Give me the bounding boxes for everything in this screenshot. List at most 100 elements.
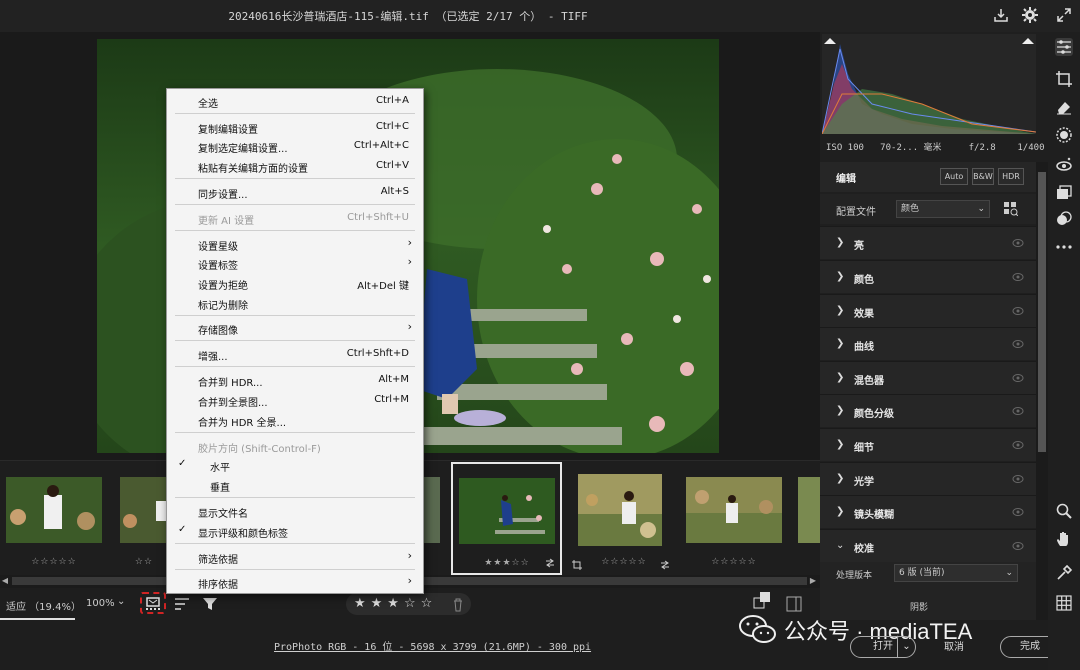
chevron-right-icon: ❯ — [836, 271, 845, 282]
section-effects[interactable]: ❯ 效果 — [820, 294, 1036, 327]
menu-item-save-image[interactable]: 存储图像 › — [167, 318, 423, 338]
scroll-right-icon[interactable]: ▶ — [808, 575, 818, 587]
filmstrip-options-button[interactable] — [140, 592, 166, 614]
hdr-button[interactable]: HDR — [998, 168, 1024, 185]
section-calibration[interactable]: ⌄ 校准 — [820, 529, 1036, 562]
menu-separator — [175, 432, 415, 433]
zoom-fit-button[interactable]: 适应 （19.4%） — [6, 598, 81, 613]
save-icon[interactable] — [992, 6, 1010, 24]
menu-item-show-rating-labels[interactable]: ✓ 显示评级和颜色标签 — [167, 521, 423, 541]
menu-separator — [175, 204, 415, 205]
section-lens-blur[interactable]: ❯ 镜头模糊 — [820, 495, 1036, 528]
eye-icon[interactable] — [1012, 307, 1024, 315]
filmstrip-context-menu: 全选 Ctrl+A 复制编辑设置 Ctrl+C 复制选定编辑设置... Ctrl+Al… — [166, 88, 424, 594]
menu-item-enhance[interactable]: 增强... Ctrl+Shft+D — [167, 344, 423, 364]
presets-icon[interactable] — [1055, 184, 1073, 202]
color-sampler-icon[interactable] — [1055, 564, 1073, 582]
menu-item-set-rating[interactable]: 设置星级 › — [167, 234, 423, 254]
thumb-rating[interactable]: ☆☆☆☆☆ — [0, 557, 108, 567]
eye-icon[interactable] — [1012, 542, 1024, 550]
eye-icon[interactable] — [1012, 340, 1024, 348]
section-mixer[interactable]: ❯ 混色器 — [820, 361, 1036, 394]
profile-label: 配置文件 — [836, 207, 876, 218]
profile-select[interactable]: 颜色 ⌄ — [896, 200, 990, 218]
filter-icon[interactable] — [202, 596, 220, 612]
eye-icon[interactable] — [1012, 273, 1024, 281]
eye-icon[interactable] — [1012, 374, 1024, 382]
menu-item-paste-settings[interactable]: 粘贴有关编辑方面的设置 Ctrl+V — [167, 156, 423, 176]
panel-scroll-thumb[interactable] — [1038, 172, 1046, 452]
cancel-button[interactable]: 取消 — [944, 638, 964, 653]
eye-icon[interactable] — [1012, 239, 1024, 247]
sort-icon[interactable] — [174, 596, 192, 612]
thumb-image — [6, 477, 102, 543]
zoom-100-button[interactable]: 100% — [86, 598, 115, 609]
expand-icon[interactable] — [1055, 6, 1073, 24]
menu-item-horizontal[interactable]: ✓ 水平 — [167, 455, 423, 475]
grid-icon[interactable] — [1055, 594, 1073, 612]
open-button[interactable]: 打开 ⌄ — [850, 636, 916, 658]
section-color[interactable]: ❯ 颜色 — [820, 260, 1036, 293]
menu-item-merge-hdr[interactable]: 合并到 HDR... Alt+M — [167, 370, 423, 390]
thumb-rating[interactable]: ☆☆ — [114, 557, 174, 567]
hand-icon[interactable] — [1055, 530, 1073, 548]
menu-item-merge-hdr-panorama[interactable]: 合并为 HDR 全景... — [167, 410, 423, 430]
thumb-image — [686, 477, 782, 543]
eye-icon[interactable] — [1012, 508, 1024, 516]
panel-toggle-icon[interactable] — [786, 596, 802, 612]
menu-item-show-filename[interactable]: 显示文件名 — [167, 501, 423, 521]
snapshots-icon[interactable] — [1055, 210, 1073, 228]
edit-sliders-icon[interactable] — [1055, 38, 1073, 56]
menu-item-copy-selected-settings[interactable]: 复制选定编辑设置... Ctrl+Alt+C — [167, 136, 423, 156]
eye-icon[interactable] — [1012, 407, 1024, 415]
thumb-rating[interactable]: ☆☆☆☆☆ — [680, 557, 788, 567]
menu-item-shortcut: Ctrl+Shft+U — [347, 212, 409, 223]
chevron-right-icon: ❯ — [836, 305, 845, 316]
section-light[interactable]: ❯ 亮 — [820, 226, 1036, 259]
eraser-icon[interactable] — [1055, 98, 1073, 116]
menu-item-mark-delete[interactable]: 标记为删除 — [167, 293, 423, 313]
filmstrip-thumb-selected[interactable]: ★★★☆☆ — [451, 462, 562, 575]
trash-icon[interactable] — [452, 598, 464, 612]
red-eye-icon[interactable] — [1055, 156, 1073, 174]
eye-icon[interactable] — [1012, 475, 1024, 483]
menu-item-sort-by[interactable]: 排序依据 › — [167, 572, 423, 592]
menu-item-select-all[interactable]: 全选 Ctrl+A — [167, 91, 423, 111]
chevron-right-icon: › — [407, 255, 412, 268]
menu-item-set-reject[interactable]: 设置为拒绝 Alt+Del 键 — [167, 273, 423, 293]
menu-item-sync-settings[interactable]: 同步设置... Alt+S — [167, 182, 423, 202]
rating-value[interactable]: ★★★☆☆ — [354, 596, 437, 611]
profile-browser-icon[interactable] — [1004, 202, 1018, 216]
panel-scrollbar[interactable] — [1036, 162, 1048, 620]
bw-button[interactable]: B&W — [972, 168, 994, 185]
zoom-icon[interactable] — [1055, 502, 1073, 520]
section-curve[interactable]: ❯ 曲线 — [820, 327, 1036, 360]
auto-button[interactable]: Auto — [940, 168, 968, 185]
filmstrip-thumb[interactable] — [794, 463, 820, 573]
menu-item-copy-settings[interactable]: 复制编辑设置 Ctrl+C — [167, 117, 423, 137]
gear-icon[interactable] — [1021, 6, 1039, 24]
filmstrip-thumb[interactable]: ☆☆☆☆☆ — [570, 463, 678, 573]
masking-icon[interactable] — [1055, 126, 1073, 144]
menu-item-shortcut: Alt+Del 键 — [357, 281, 409, 292]
workflow-options-link[interactable]: ProPhoto RGB - 16 位 - 5698 x 3799 (21.6M… — [274, 638, 591, 653]
process-version-select[interactable]: 6 版 (当前) ⌄ — [894, 564, 1018, 582]
section-color-grading[interactable]: ❯ 颜色分级 — [820, 394, 1036, 427]
crop-icon[interactable] — [1055, 70, 1073, 88]
thumb-image — [798, 477, 820, 543]
chevron-down-icon[interactable]: ⌄ — [117, 596, 125, 607]
scroll-left-icon[interactable]: ◀ — [0, 575, 10, 587]
filmstrip-thumb[interactable]: ☆☆☆☆☆ — [680, 463, 788, 573]
section-detail[interactable]: ❯ 细节 — [820, 428, 1036, 461]
menu-item-filter-by[interactable]: 筛选依据 › — [167, 547, 423, 567]
open-dropdown-icon[interactable]: ⌄ — [897, 637, 915, 657]
menu-item-label: 同步设置... — [198, 190, 248, 201]
more-icon[interactable] — [1055, 238, 1073, 256]
menu-item-set-label[interactable]: 设置标签 › — [167, 253, 423, 273]
menu-item-vertical[interactable]: 垂直 — [167, 475, 423, 495]
eye-icon[interactable] — [1012, 441, 1024, 449]
filmstrip-thumb[interactable]: ☆☆☆☆☆ — [0, 463, 108, 573]
compare-icon[interactable] — [752, 590, 772, 610]
section-optics[interactable]: ❯ 光学 — [820, 462, 1036, 495]
menu-item-merge-panorama[interactable]: 合并到全景图... Ctrl+M — [167, 390, 423, 410]
